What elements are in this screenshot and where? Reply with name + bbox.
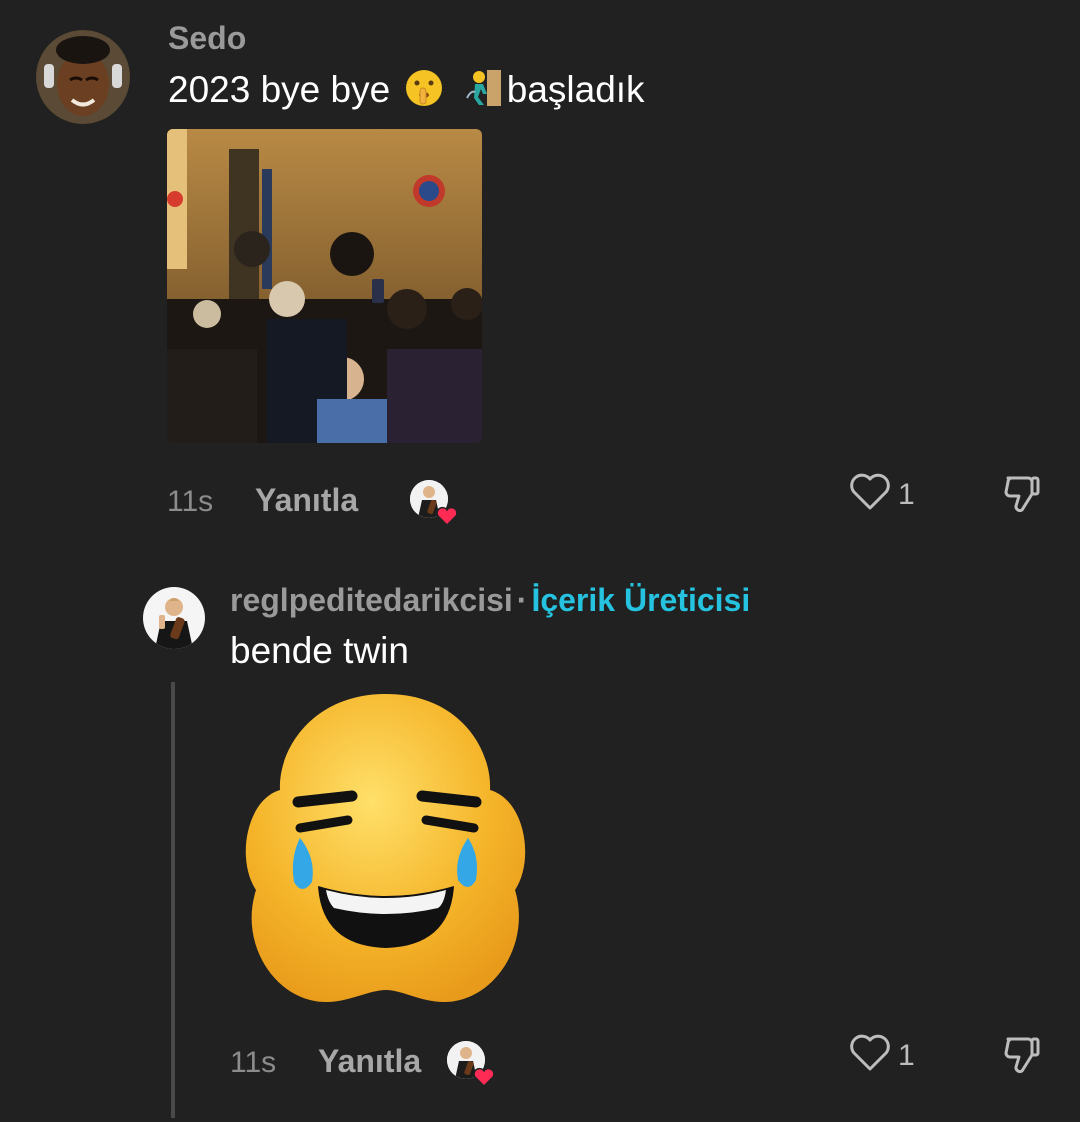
thumbs-down-icon[interactable] [1000,472,1044,521]
laughing-crying-emoji-sticker[interactable] [240,690,532,1006]
liked-by-creator-badge [410,480,458,527]
comment-text: bende twin [230,630,409,671]
comment-time: 11s [230,1046,277,1079]
like-count: 1 [898,1038,915,1072]
like-button[interactable]: 1 [848,472,915,517]
separator-dot: · [516,582,528,618]
comments-page: Sedo 2023 bye bye başladık 11s Yanıtla 1… [0,0,1080,1122]
liked-by-creator-badge [447,1041,495,1088]
creator-heart-badge-icon [436,506,458,527]
street-crowd-photo[interactable] [167,129,482,443]
shushing-face-emoji-icon [404,68,444,117]
avatar-reglpeditedarikcisi[interactable] [143,587,205,649]
creator-badge: İçerik Üreticisi [531,582,751,618]
like-count: 1 [898,477,915,511]
creator-heart-badge-icon [473,1067,495,1088]
like-button[interactable]: 1 [848,1033,915,1078]
comment-username[interactable]: Sedo [168,20,246,57]
heart-outline-icon[interactable] [848,1033,892,1078]
avatar-sedo[interactable] [36,30,130,124]
reply-username-line: reglpeditedarikcisi · İçerik Üreticisi [230,582,750,619]
comment-text-prefix: 2023 bye bye [168,69,391,110]
comment-text-suffix: başladık [506,69,645,110]
person-climbing-emoji-icon [463,68,503,117]
thumbs-down-icon[interactable] [1000,1033,1044,1082]
heart-outline-icon[interactable] [848,472,892,517]
reply-button[interactable]: Yanıtla [255,482,358,519]
reply-thread-line [171,682,175,1118]
comment-text: 2023 bye bye başladık [168,68,645,117]
reply-button[interactable]: Yanıtla [318,1043,421,1080]
comment-username[interactable]: reglpeditedarikcisi [230,582,513,618]
comment-time: 11s [167,485,214,518]
